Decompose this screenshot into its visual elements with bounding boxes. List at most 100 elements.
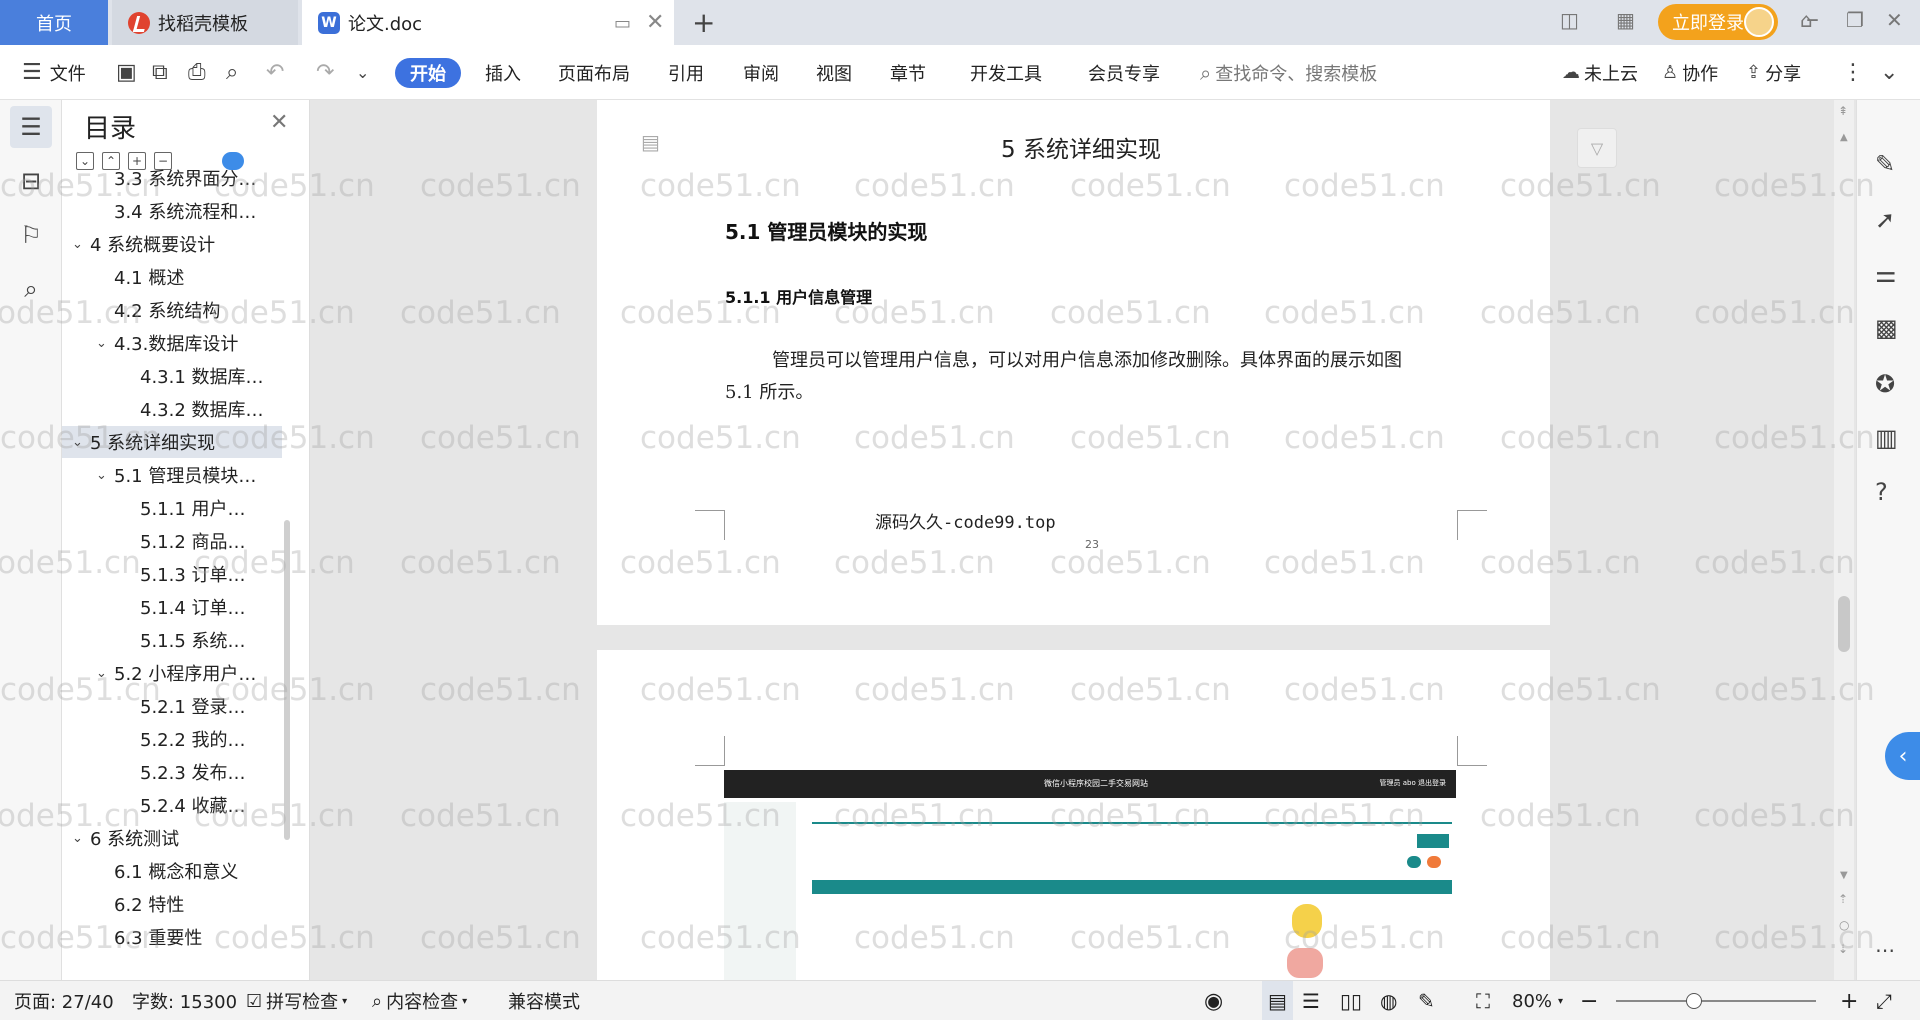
chevron-down-icon[interactable]: ⌄ <box>72 435 90 450</box>
tab-reference[interactable]: 引用 <box>668 45 704 100</box>
print-button[interactable]: ⎙ <box>188 45 206 100</box>
cursor-icon[interactable]: ➚ <box>1875 206 1895 234</box>
toc-item[interactable]: 5.2.3 发布… <box>62 756 282 788</box>
document-scrollbar[interactable]: ⇞ ▲ ▼ ⇡ ○ ⇣ <box>1834 100 1854 980</box>
write-view-icon[interactable]: ✎ <box>1418 981 1435 1020</box>
toc-item[interactable]: 3.4 系统流程和… <box>62 195 282 227</box>
window-minimize-icon[interactable]: – <box>1806 4 1819 34</box>
select-object-icon[interactable]: ○ <box>1839 918 1849 932</box>
scroll-down-icon[interactable]: ▼ <box>1840 870 1848 881</box>
quick-access-more[interactable]: ⌄ <box>356 45 369 100</box>
collapse-ribbon[interactable]: ⌄ <box>1880 45 1898 100</box>
chevron-down-icon[interactable]: ⌄ <box>96 336 114 351</box>
login-button[interactable]: 立即登录 <box>1658 4 1778 40</box>
zoom-out-icon[interactable]: − <box>1580 981 1598 1020</box>
pen-icon[interactable]: ✎ <box>1875 150 1895 178</box>
toc-item[interactable]: 4.1 概述 <box>62 261 282 293</box>
toc-item[interactable]: 4.3.2 数据库… <box>62 393 282 425</box>
zoom-slider-thumb[interactable] <box>1686 993 1702 1009</box>
spell-check-button[interactable]: ☑ 拼写检查 ▾ <box>246 981 347 1020</box>
tab-vip[interactable]: 会员专享 <box>1088 45 1160 100</box>
redo-button[interactable]: ↷ <box>316 45 334 100</box>
ai-icon[interactable]: ✪ <box>1875 370 1895 398</box>
tab-devtools[interactable]: 开发工具 <box>970 45 1042 100</box>
toc-scrollbar[interactable] <box>284 520 290 840</box>
toc-item[interactable]: ⌄ 4 系统概要设计 <box>62 228 282 260</box>
toc-item[interactable]: 5.1.5 系统… <box>62 624 282 656</box>
filter-icon[interactable]: ▽ <box>1577 128 1617 168</box>
chevron-down-icon[interactable]: ⌄ <box>72 831 90 846</box>
window-close-icon[interactable]: ✕ <box>1886 8 1903 32</box>
subsection-heading[interactable]: 5.1.1 用户信息管理 <box>725 284 872 308</box>
eye-protection-icon[interactable]: ◉ <box>1204 981 1223 1020</box>
prev-page-icon[interactable]: ⇡ <box>1838 892 1848 906</box>
chevron-down-icon[interactable]: ⌄ <box>96 666 114 681</box>
tab-document[interactable]: W 论文.doc ▭ ✕ <box>302 0 674 45</box>
grid-apps-icon[interactable]: ▦ <box>1616 8 1635 32</box>
new-tab-plus-icon[interactable]: + <box>692 6 715 39</box>
tab-start[interactable]: 开始 <box>395 58 461 88</box>
find-button[interactable]: ⌕ <box>10 268 52 310</box>
navigation-button[interactable]: ⊟ <box>10 160 52 202</box>
outline-view-icon[interactable]: ☰ <box>1302 981 1320 1020</box>
toc-item[interactable]: 5.1.4 订单… <box>62 591 282 623</box>
chevron-down-icon[interactable]: ⌄ <box>96 468 114 483</box>
export-button[interactable]: ⧉ <box>152 45 168 100</box>
toc-item[interactable]: 6.2 特性 <box>62 888 282 920</box>
reader-icon[interactable]: ▥ <box>1875 424 1898 452</box>
web-view-icon[interactable]: ◍ <box>1380 981 1397 1020</box>
cloud-status[interactable]: ☁ 未上云 <box>1562 45 1638 100</box>
content-check-button[interactable]: ⌕ 内容检查 ▾ <box>372 981 467 1020</box>
image-icon[interactable]: ▩ <box>1875 314 1898 342</box>
page-view-icon[interactable]: ▤ <box>1262 981 1293 1020</box>
undo-button[interactable]: ↶ <box>266 45 284 100</box>
window-restore-icon[interactable]: ❐ <box>1846 8 1864 32</box>
tab-home[interactable]: 首页 <box>0 0 108 45</box>
collab-button[interactable]: ♙ 协作 <box>1662 45 1718 100</box>
expand-panel-icon[interactable]: ‹ <box>1885 732 1920 780</box>
zoom-slider[interactable] <box>1616 1000 1816 1002</box>
next-page-icon[interactable]: ⇣ <box>1838 942 1848 956</box>
chapter-heading[interactable]: 5 系统详细实现 <box>1001 130 1161 164</box>
toc-item[interactable]: ⌄ 4.3.数据库设计 <box>62 327 282 359</box>
toc-item[interactable]: 4.3.1 数据库… <box>62 360 282 392</box>
scroll-thumb[interactable] <box>1838 596 1850 652</box>
scroll-up-icon[interactable]: ▲ <box>1840 132 1848 143</box>
section-heading[interactable]: 5.1 管理员模块的实现 <box>725 216 927 245</box>
more-options[interactable]: ⋮ <box>1842 45 1864 100</box>
layout-toggle-icon[interactable]: ◫ <box>1560 8 1579 32</box>
toc-item[interactable]: 5.2.2 我的… <box>62 723 282 755</box>
command-search[interactable]: ⌕ 查找命令、搜索模板 <box>1200 45 1377 100</box>
toc-item[interactable]: ⌄ 5.2 小程序用户… <box>62 657 282 689</box>
toc-item[interactable]: 3.3 系统界面分… <box>62 162 282 194</box>
tab-page-layout[interactable]: 页面布局 <box>558 45 630 100</box>
toc-item[interactable]: ⌄ 5 系统详细实现 <box>62 426 282 458</box>
save-button[interactable]: ▣ <box>116 45 137 100</box>
body-paragraph-line1[interactable]: 管理员可以管理用户信息，可以对用户信息添加修改删除。具体界面的展示如图 <box>772 346 1402 372</box>
chevron-down-icon[interactable]: ⌄ <box>72 237 90 252</box>
toc-item[interactable]: 5.2.4 收藏… <box>62 789 282 821</box>
scroll-top-icon[interactable]: ⇞ <box>1838 104 1848 118</box>
monitor-icon[interactable]: ▭ <box>614 13 631 34</box>
share-button[interactable]: ⇪ 分享 <box>1746 45 1801 100</box>
paragraph-menu-icon[interactable]: ▤ <box>641 130 660 154</box>
tab-chapter[interactable]: 章节 <box>890 45 926 100</box>
toc-item[interactable]: 5.1.2 商品… <box>62 525 282 557</box>
toc-item[interactable]: ⌄ 6 系统测试 <box>62 822 282 854</box>
close-tab-icon[interactable]: ✕ <box>646 10 664 35</box>
toc-item[interactable]: 5.2.1 登录… <box>62 690 282 722</box>
word-count[interactable]: 字数: 15300 <box>132 981 237 1020</box>
fit-page-icon[interactable]: ⛶ <box>1476 981 1490 1020</box>
tab-insert[interactable]: 插入 <box>485 45 521 100</box>
tab-templates[interactable]: 找稻壳模板 <box>112 0 298 45</box>
close-icon[interactable]: ✕ <box>270 110 288 135</box>
reading-view-icon[interactable]: ▯▯ <box>1340 981 1362 1020</box>
sliders-icon[interactable]: ⚌ <box>1875 260 1897 288</box>
bookmark-button[interactable]: ⚐ <box>10 214 52 256</box>
page-indicator[interactable]: 页面: 27/40 <box>14 981 114 1020</box>
zoom-in-icon[interactable]: + <box>1840 981 1858 1020</box>
toc-item[interactable]: 4.2 系统结构 <box>62 294 282 326</box>
toc-item[interactable]: 5.1.3 订单… <box>62 558 282 590</box>
fullscreen-icon[interactable]: ⤢ <box>1876 981 1892 1020</box>
toc-item[interactable]: 6.1 概念和意义 <box>62 855 282 887</box>
